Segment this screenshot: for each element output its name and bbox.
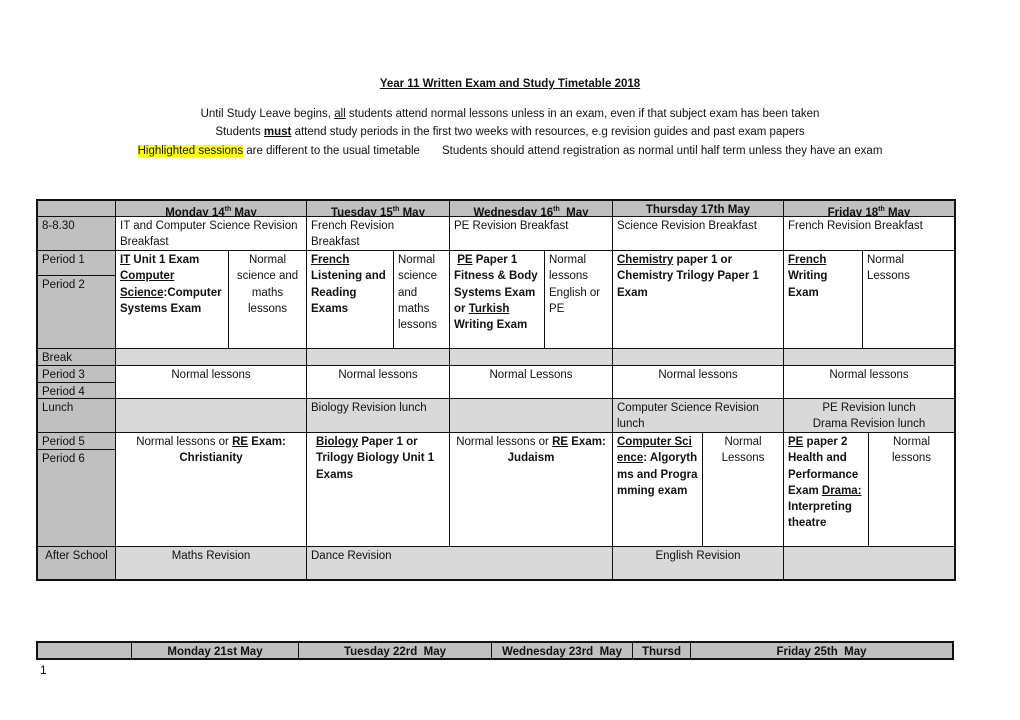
- note-study-leave: Until Study Leave begins, all students a…: [0, 108, 1020, 120]
- day-header-monday: Monday 14th May: [115, 200, 307, 217]
- row-label-period-4: Period 4: [37, 382, 116, 399]
- note-text: Students: [215, 126, 264, 138]
- break-tuesday: [306, 348, 450, 366]
- lunch-thursday: Computer Science Revision lunch: [612, 398, 784, 433]
- p34-wednesday: Normal Lessons: [449, 365, 613, 399]
- p56-thursday-normal: Normal Lessons: [702, 432, 784, 547]
- note-registration: Students should attend registration as n…: [441, 145, 883, 157]
- normal-lessons-friday: Normal Lessons: [862, 250, 955, 349]
- week2-corner-header: [37, 642, 132, 659]
- p56-monday-re-christianity: Normal lessons or RE Exam: Christianity: [115, 432, 307, 547]
- after-school-tue-wed: Dance Revision: [306, 546, 613, 580]
- exam-monday-it-cs: IT Unit 1 Exam Computer Science:Computer…: [115, 250, 229, 349]
- note-emphasis: must: [263, 126, 292, 138]
- p56-friday-normal: Normal lessons: [868, 432, 955, 547]
- break-friday: [783, 348, 955, 366]
- breakfast-monday: IT and Computer Science Revision Breakfa…: [115, 216, 307, 251]
- lunch-tuesday: Biology Revision lunch: [306, 398, 450, 433]
- week2-day-header-thursday: Thursd: [632, 642, 691, 659]
- lunch-friday: PE Revision lunch Drama Revision lunch: [783, 398, 955, 433]
- lunch-wednesday: [449, 398, 613, 433]
- note-text: students attend normal lessons unless in…: [345, 108, 820, 120]
- row-label-period-2: Period 2: [37, 275, 116, 349]
- day-header-tuesday: Tuesday 15th May: [306, 200, 450, 217]
- p56-tuesday-biology: Biology Paper 1 or Trilogy Biology Unit …: [306, 432, 450, 547]
- break-monday: [115, 348, 307, 366]
- row-label-lunch: Lunch: [37, 398, 116, 433]
- normal-lessons-tuesday: Normal science and maths lessons: [393, 250, 450, 349]
- row-label-period-3: Period 3: [37, 365, 116, 383]
- breakfast-tuesday: French Revision Breakfast: [306, 216, 450, 251]
- note-text: Until Study Leave begins,: [200, 108, 335, 120]
- row-label-after-school: After School: [37, 546, 116, 580]
- normal-lessons-monday: Normal science and maths lessons: [228, 250, 307, 349]
- after-school-friday: [783, 546, 955, 580]
- normal-lessons-wednesday: Normal lessons English or PE: [544, 250, 613, 349]
- drama-revision-lunch: Drama Revision lunch: [812, 418, 926, 431]
- note-study-periods: Students must attend study periods in th…: [0, 126, 1020, 138]
- week2-day-header-wednesday: Wednesday 23rd May: [491, 642, 633, 659]
- row-label-period-6: Period 6: [37, 449, 116, 547]
- highlighted-sessions-label: Highlighted sessions: [137, 145, 244, 157]
- exam-tuesday-french: French Listening and Reading Exams: [306, 250, 394, 349]
- row-label-period-1: Period 1: [37, 250, 116, 276]
- note-text: attend study periods in the first two we…: [291, 126, 805, 138]
- week2-day-header-tuesday: Tuesday 22rd May: [298, 642, 492, 659]
- week2-day-header-monday: Monday 21st May: [131, 642, 299, 659]
- break-thursday: [612, 348, 784, 366]
- row-label-period-5: Period 5: [37, 432, 116, 450]
- lunch-monday: [115, 398, 307, 433]
- breakfast-friday: French Revision Breakfast: [783, 216, 955, 251]
- document-title: Year 11 Written Exam and Study Timetable…: [379, 78, 641, 90]
- p34-thursday: Normal lessons: [612, 365, 784, 399]
- exam-wednesday-pe-turkish: PE Paper 1 Fitness & Body Systems Exam o…: [449, 250, 545, 349]
- p56-thursday-computer-science: Computer Science: Algorythms and Program…: [612, 432, 703, 547]
- page-number: 1: [40, 663, 47, 677]
- break-wednesday: [449, 348, 613, 366]
- p34-tuesday: Normal lessons: [306, 365, 450, 399]
- day-header-thursday: Thursday 17th May: [612, 200, 784, 217]
- pe-revision-lunch: PE Revision lunch: [822, 402, 916, 414]
- p56-wednesday-re-judaism: Normal lessons or RE Exam: Judaism: [449, 432, 613, 547]
- breakfast-wednesday: PE Revision Breakfast: [449, 216, 613, 251]
- note-text: are different to the usual timetable: [243, 145, 420, 157]
- breakfast-thursday: Science Revision Breakfast: [612, 216, 784, 251]
- p34-friday: Normal lessons: [783, 365, 955, 399]
- after-school-thursday: English Revision: [612, 546, 784, 580]
- day-header-friday: Friday 18th May: [783, 200, 955, 217]
- note-highlighted: Highlighted sessions are different to th…: [0, 145, 1020, 157]
- day-header-wednesday: Wednesday 16th May: [449, 200, 613, 217]
- corner-header-cell: [37, 200, 116, 217]
- p34-monday: Normal lessons: [115, 365, 307, 399]
- row-label-break: Break: [37, 348, 116, 366]
- week2-day-header-friday: Friday 25th May: [690, 642, 953, 659]
- note-emphasis: all: [334, 108, 346, 120]
- p56-friday-pe-drama: PE paper 2 Health and Performance Exam D…: [783, 432, 869, 547]
- row-label-breakfast: 8-8.30: [37, 216, 116, 251]
- after-school-monday: Maths Revision: [115, 546, 307, 580]
- exam-friday-french: French Writing Exam: [783, 250, 863, 349]
- exam-thursday-chemistry: Chemistry paper 1 or Chemistry Trilogy P…: [612, 250, 784, 349]
